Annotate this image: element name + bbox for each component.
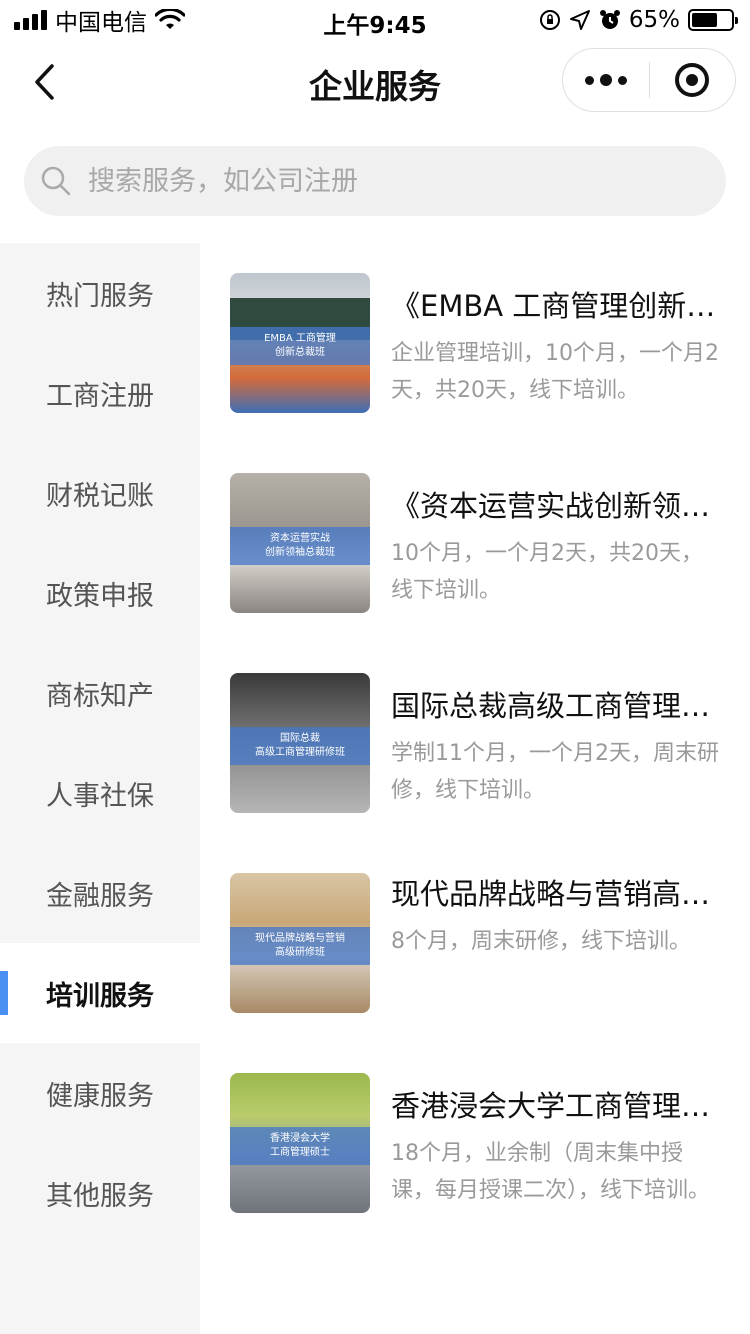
service-title: 现代品牌战略与营销高级研修班	[391, 877, 727, 911]
service-card[interactable]: 国际总裁 高级工商管理研修班 国际总裁高级工商管理研修班 学制11个月，一个月2…	[200, 643, 750, 843]
sidebar-item-finance[interactable]: 金融服务	[0, 843, 200, 943]
sidebar-item-label: 金融服务	[46, 880, 154, 912]
service-title: 国际总裁高级工商管理研修班	[391, 689, 727, 723]
orientation-lock-icon	[539, 10, 560, 30]
thumbnail-caption: 创新领袖总裁班	[265, 547, 335, 558]
sidebar-item-training[interactable]: 培训服务	[0, 943, 200, 1043]
thumbnail-caption: 资本运营实战	[270, 533, 330, 544]
service-thumbnail: 国际总裁 高级工商管理研修班	[230, 673, 370, 813]
location-icon	[569, 10, 590, 30]
alarm-icon	[599, 10, 620, 29]
thumbnail-caption: 高级研修班	[275, 947, 325, 958]
service-card[interactable]: EMBA 工商管理 创新总裁班 《EMBA 工商管理创新总裁班》 企业管理培训，…	[200, 243, 750, 443]
search-input[interactable]	[88, 165, 688, 197]
sidebar-item-business-registration[interactable]: 工商注册	[0, 343, 200, 443]
sidebar-item-label: 其他服务	[46, 1180, 154, 1212]
category-sidebar: 热门服务 工商注册 财税记账 政策申报 商标知产 人事社保 金融服务 培训服务 …	[0, 243, 200, 1334]
thumbnail-caption: 国际总裁	[280, 733, 320, 744]
sidebar-item-label: 政策申报	[46, 580, 154, 612]
sidebar-item-label: 健康服务	[46, 1080, 154, 1112]
thumbnail-caption: 创新总裁班	[275, 347, 325, 358]
service-description: 学制11个月，一个月2天，周末研修，线下培训。	[391, 741, 719, 803]
sidebar-item-label: 人事社保	[46, 780, 154, 812]
sidebar-item-trademark[interactable]: 商标知产	[0, 643, 200, 743]
battery-icon	[688, 9, 738, 31]
service-title: 《资本运营实战创新领袖总裁班》	[391, 489, 727, 523]
service-card[interactable]: 资本运营实战 创新领袖总裁班 《资本运营实战创新领袖总裁班》 10个月，一个月2…	[200, 443, 750, 643]
more-button[interactable]	[563, 48, 649, 112]
service-card[interactable]: 现代品牌战略与营销 高级研修班 现代品牌战略与营销高级研修班 8个月，周末研修，…	[200, 843, 750, 1043]
active-indicator	[0, 971, 8, 1015]
service-description: 企业管理培训，10个月，一个月2天，共20天，线下培训。	[391, 341, 719, 403]
sidebar-item-hr-insurance[interactable]: 人事社保	[0, 743, 200, 843]
sidebar-item-hot[interactable]: 热门服务	[0, 243, 200, 343]
target-icon	[675, 63, 710, 97]
thumbnail-caption: 高级工商管理研修班	[255, 747, 345, 758]
sidebar-item-label: 工商注册	[46, 380, 154, 412]
sidebar-item-health[interactable]: 健康服务	[0, 1043, 200, 1143]
service-thumbnail: 香港浸会大学 工商管理硕士	[230, 1073, 370, 1213]
service-thumbnail: 现代品牌战略与营销 高级研修班	[230, 873, 370, 1013]
service-card[interactable]: 香港浸会大学 工商管理硕士 香港浸会大学工商管理硕士 18个月，业余制（周末集中…	[200, 1043, 750, 1243]
service-list: EMBA 工商管理 创新总裁班 《EMBA 工商管理创新总裁班》 企业管理培训，…	[200, 243, 750, 1243]
service-thumbnail: EMBA 工商管理 创新总裁班	[230, 273, 370, 413]
sidebar-item-label: 热门服务	[46, 280, 154, 312]
service-title: 《EMBA 工商管理创新总裁班》	[391, 289, 727, 323]
battery-fill	[692, 13, 717, 27]
thumbnail-caption: 现代品牌战略与营销	[255, 933, 345, 944]
service-description: 18个月，业余制（周末集中授课，每月授课二次），线下培训。	[391, 1141, 711, 1203]
service-title: 香港浸会大学工商管理硕士	[391, 1089, 727, 1123]
sidebar-item-tax-accounting[interactable]: 财税记账	[0, 443, 200, 543]
nav-bar: 企业服务	[0, 44, 750, 120]
thumbnail-caption: 工商管理硕士	[270, 1147, 330, 1158]
sidebar-item-other[interactable]: 其他服务	[0, 1143, 200, 1243]
sidebar-item-label: 财税记账	[46, 480, 154, 512]
sidebar-item-label: 商标知产	[46, 680, 154, 712]
battery-percent: 65%	[628, 7, 680, 33]
service-description: 10个月，一个月2天，共20天，线下培训。	[391, 541, 703, 603]
thumbnail-caption: 香港浸会大学	[270, 1133, 330, 1144]
service-thumbnail: 资本运营实战 创新领袖总裁班	[230, 473, 370, 613]
service-description: 8个月，周末研修，线下培训。	[391, 929, 691, 954]
status-bar: 中国电信 上午9:45 65%	[0, 0, 750, 40]
thumbnail-caption: EMBA 工商管理	[264, 333, 336, 344]
search-bar[interactable]	[24, 146, 726, 216]
sidebar-item-policy[interactable]: 政策申报	[0, 543, 200, 643]
mini-program-capsule	[562, 48, 736, 112]
sidebar-item-label: 培训服务	[46, 980, 154, 1012]
close-button[interactable]	[650, 48, 736, 112]
search-icon	[41, 166, 71, 196]
